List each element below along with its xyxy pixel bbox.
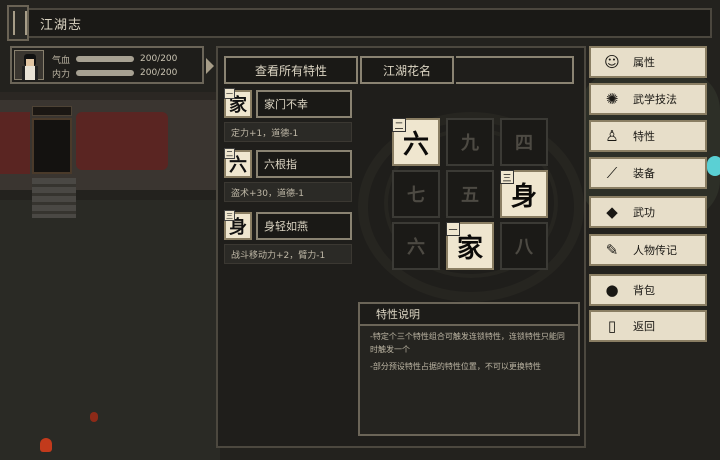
- trait-name: 身轻如燕: [256, 212, 352, 240]
- trait-index: 三: [224, 210, 235, 221]
- sword-icon: ⟋: [606, 164, 618, 182]
- cell-glyph: 九: [461, 133, 479, 154]
- cell-glyph: 八: [515, 237, 533, 258]
- grid-cell[interactable]: 六: [392, 222, 440, 270]
- menu-equipment[interactable]: ⟋ 装备: [589, 157, 707, 189]
- scene-ground: [0, 200, 220, 460]
- person-icon: ☺: [604, 53, 620, 71]
- window-title: 江湖志: [40, 17, 83, 33]
- menu-martial-techniques[interactable]: ✺ 武学技法: [589, 83, 707, 115]
- avatar-face: [26, 59, 34, 66]
- avatar: [14, 50, 44, 80]
- mp-stat: 内力 200/200: [52, 66, 202, 80]
- trait-glyph-card: 二 六: [224, 148, 252, 178]
- door-icon: ▯: [607, 317, 617, 335]
- description-line: -部分预设特性占据的特性位置，不可以更换特性: [370, 362, 541, 371]
- menu-label: 特性: [633, 130, 655, 143]
- grid-cell[interactable]: 五: [446, 170, 494, 218]
- menu-label: 背包: [633, 284, 655, 297]
- grid-cell[interactable]: 三身: [500, 170, 548, 218]
- mp-label: 内力: [52, 69, 71, 80]
- biography-book-icon: ✎: [605, 241, 619, 259]
- cell-index: 一: [446, 222, 460, 236]
- mp-bar: [76, 70, 134, 76]
- bag-icon: ●: [605, 281, 619, 299]
- character-status[interactable]: 气血 200/200 内力 200/200: [10, 46, 214, 84]
- scene-fire: [40, 438, 52, 452]
- martial-figure-icon: ✺: [605, 90, 619, 108]
- scene-red-wall: [0, 112, 30, 174]
- menu-biography[interactable]: ✎ 人物传记: [589, 234, 707, 266]
- trait-icon: ♙: [605, 127, 619, 145]
- scroll-book-icon: ◆: [606, 203, 618, 221]
- menu-label: 武功: [633, 206, 655, 219]
- grid-cell[interactable]: 四: [500, 118, 548, 166]
- notification-bubble[interactable]: [707, 156, 720, 176]
- cell-index: 二: [392, 118, 406, 132]
- hp-bar: [76, 56, 134, 62]
- description-title: 特性说明: [360, 304, 578, 326]
- scene-door-sign: [32, 106, 72, 116]
- grid-cell[interactable]: 二六: [392, 118, 440, 166]
- title-bar: 江湖志: [7, 5, 712, 41]
- selection-arrow-icon: [206, 58, 214, 74]
- hp-stat: 气血 200/200: [52, 52, 202, 66]
- menu-kung-fu[interactable]: ◆ 武功: [589, 196, 707, 228]
- menu-traits[interactable]: ♙ 特性: [589, 120, 707, 152]
- nickname-field: [456, 56, 574, 84]
- cell-glyph: 六: [407, 237, 425, 258]
- menu-label: 人物传记: [633, 244, 677, 257]
- grid-cell[interactable]: 八: [500, 222, 548, 270]
- trait-index: 一: [224, 88, 235, 99]
- nickname-button[interactable]: 江湖花名: [360, 56, 454, 84]
- trait-glyph-card: 三 身: [224, 210, 252, 240]
- traits-panel: 查看所有特性 江湖花名 一 家 家门不幸 定力+1，道德-1 二 六 六根指 盗…: [216, 46, 586, 448]
- avatar-robe: [22, 66, 38, 80]
- journal-book-icon: [7, 5, 29, 41]
- trait-grid: 二六 九 四 七 五 三身 六 一家 八: [358, 112, 584, 302]
- trait-effect: 盗术+30，道德-1: [224, 182, 352, 202]
- scene-door: [32, 118, 72, 174]
- cell-glyph: 七: [407, 185, 425, 206]
- grid-cell[interactable]: 九: [446, 118, 494, 166]
- trait-index: 二: [224, 148, 235, 159]
- cell-glyph: 五: [461, 185, 479, 206]
- cell-glyph: 身: [510, 181, 537, 212]
- cell-glyph: 家: [456, 233, 483, 264]
- menu-label: 返回: [633, 320, 655, 333]
- menu-label: 属性: [633, 56, 655, 69]
- trait-name: 六根指: [256, 150, 352, 178]
- trait-effect: 战斗移动力+2，臂力-1: [224, 244, 352, 264]
- grid-cell[interactable]: 一家: [446, 222, 494, 270]
- trait-description-box: 特性说明 -特定个三个特性组合可触发连锁特性，连锁特性只能同时触发一个 -部分预…: [358, 302, 580, 436]
- cell-glyph: 六: [402, 129, 429, 160]
- menu-return[interactable]: ▯ 返回: [589, 310, 707, 342]
- scene-fire: [90, 412, 98, 422]
- scene-steps: [32, 178, 76, 218]
- cell-index: 三: [500, 170, 514, 184]
- trait-effect: 定力+1，道德-1: [224, 122, 352, 142]
- grid-cell[interactable]: 七: [392, 170, 440, 218]
- menu-label: 武学技法: [633, 93, 677, 106]
- hp-label: 气血: [52, 55, 71, 66]
- scene-red-wall: [76, 112, 168, 170]
- view-all-traits-button[interactable]: 查看所有特性: [224, 56, 358, 84]
- trait-glyph-card: 一 家: [224, 88, 252, 118]
- cell-glyph: 四: [515, 133, 533, 154]
- hp-value: 200/200: [140, 54, 178, 64]
- mp-value: 200/200: [140, 68, 178, 78]
- menu-label: 装备: [633, 167, 655, 180]
- trait-name: 家门不幸: [256, 90, 352, 118]
- description-line: -特定个三个特性组合可触发连锁特性，连锁特性只能同时触发一个: [370, 332, 565, 354]
- menu-inventory[interactable]: ● 背包: [589, 274, 707, 306]
- menu-attributes[interactable]: ☺ 属性: [589, 46, 707, 78]
